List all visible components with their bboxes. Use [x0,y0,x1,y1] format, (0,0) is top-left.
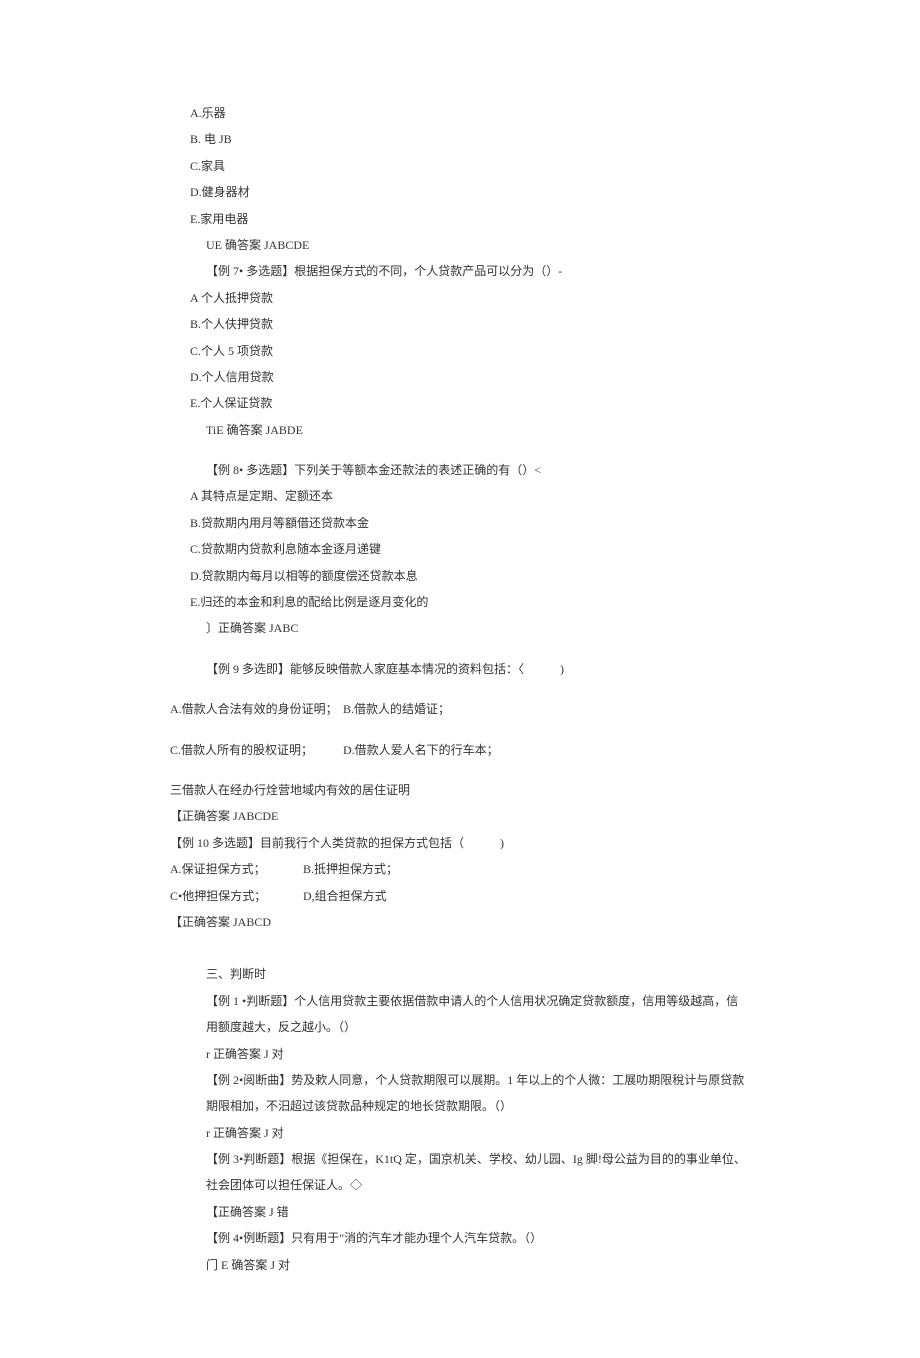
q6-option-a: A.乐器 [190,100,750,126]
t1-answer: r 正确答案 J 对 [206,1041,750,1067]
q6-option-c: C.家具 [190,153,750,179]
section3-heading: 三、判断时 [206,961,750,987]
q9-answer: 【正确答案 JABCDE [170,803,750,829]
q9-option-b: B.借款人的结婚证； [343,696,450,722]
q9-row-ab: A.借款人合法有效的身份证明； B.借款人的结婚证； [170,696,750,722]
q7-option-e: E.个人保证贷款 [190,390,750,416]
t4-stem: 【例 4•例断题】只有用于"消的汽车才能办理个人汽车贷款。（） [206,1225,750,1251]
q10-option-a: A.保证担保方式； [170,856,300,882]
q7-option-d: D.个人信用贷款 [190,364,750,390]
q8-option-c: C.贷款期内贷款利息随本金逐月递键 [190,536,750,562]
t3-stem: 【例 3•判断题】根据《担保在，K1tQ 定，国京机关、学校、幼儿园、Ig 脚!… [206,1146,750,1199]
q7-stem: 【例 7• 多选题】根据担保方式的不同，个人贷款产品可以分为（）- [206,258,750,284]
q6-option-d: D.健身器材 [190,179,750,205]
q8-option-a: A 其特点是定期、定额还本 [190,483,750,509]
q9-option-d: D.借款人爱人名下的行车本； [343,737,499,763]
q9-option-a: A.借款人合法有效的身份证明； [170,696,340,722]
q9-row-cd: C.借款人所有的股权证明； D.借款人爱人名下的行车本； [170,737,750,763]
t4-answer: 门 E 确答案 J 对 [206,1252,750,1278]
q10-option-c: C•他押担保方式； [170,883,300,909]
q9-option-c: C.借款人所有的股权证明； [170,737,340,763]
t2-answer: r 正确答案 J 对 [206,1120,750,1146]
document-page: A.乐器 B. 电 JB C.家具 D.健身器材 E.家用电器 UE 确答案 J… [0,0,920,1358]
q10-option-d: D,组合担保方式 [303,883,387,909]
q9-stem: 【例 9 多选即】能够反映借款人家庭基本情况的资料包括：〈 ) [206,656,750,682]
q7-option-b: B.个人伕押贷款 [190,311,750,337]
q9-option-e: 三借款人在经办行烇营地域内有效的居住证明 [170,777,750,803]
q6-option-b: B. 电 JB [190,126,750,152]
t2-stem: 【例 2•阅断曲】势及欶人同意，个人贷款期限可以展期。1 年以上的个人微：工展叻… [206,1067,750,1120]
q10-stem: 【例 10 多选题】目前我行个人类贷款的担保方式包括（ ) [170,830,750,856]
q8-answer: 〕正确答案 JABC [206,615,750,641]
q10-row-ab: A.保证担保方式； B.抵押担保方式； [170,856,750,882]
q8-option-e: E.归还的本金和利息的配给比例是逐月变化的 [190,589,750,615]
q8-option-b: B.贷款期内用月等額借还贷款本金 [190,510,750,536]
q7-answer: TiE 确答案 JABDE [206,417,750,443]
t3-answer: 【正确答案 J 错 [206,1199,750,1225]
t1-stem: 【例 1 •判断题】个人信用贷款主要依据借款申请人的个人信用状况确定贷款额度，信… [206,988,750,1041]
q7-option-c: C.个人 5 项贷款 [190,338,750,364]
q6-answer: UE 确答案 JABCDE [206,232,750,258]
q7-option-a: A 个人抵押贷款 [190,285,750,311]
q8-stem: 【例 8• 多选题】下列关于等额本金还款法的表述正确的有（）< [206,457,750,483]
q8-option-d: D.贷款期内每月以相等的额度偿还贷款本息 [190,563,750,589]
q6-option-e: E.家用电器 [190,206,750,232]
q10-answer: 【正确答案 JABCD [170,909,750,935]
q10-row-cd: C•他押担保方式； D,组合担保方式 [170,883,750,909]
q10-option-b: B.抵押担保方式； [303,856,398,882]
